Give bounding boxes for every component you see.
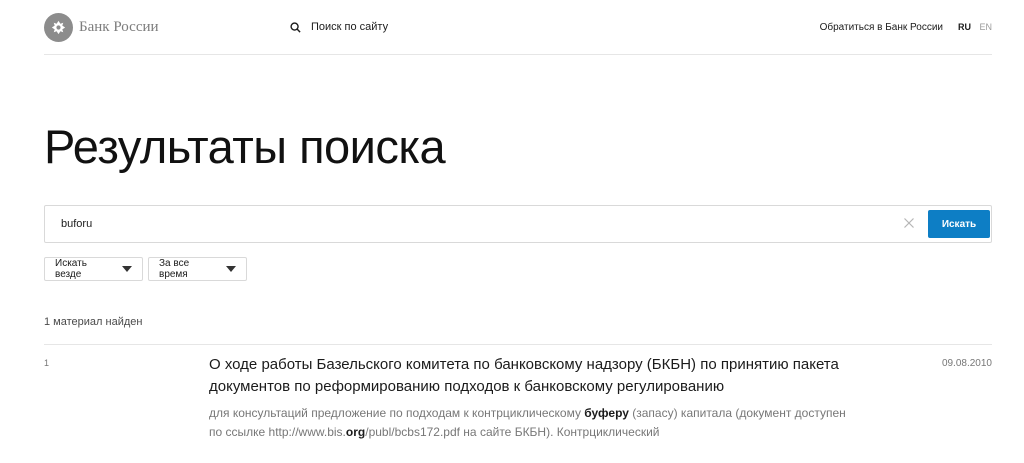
snippet-text: для консультаций предложение по подходам…: [209, 406, 585, 420]
result-date: 09.08.2010: [941, 358, 992, 369]
site-header: Банк России Поиск по сайту Обратиться в …: [44, 0, 992, 55]
caret-down-icon: [122, 266, 132, 272]
search-box: Искать: [44, 205, 992, 243]
site-search-label: Поиск по сайту: [311, 21, 389, 33]
contact-bank-link[interactable]: Обратиться в Банк России: [820, 22, 943, 33]
search-scope-value: Искать везде: [55, 258, 87, 280]
time-range-value: За все время: [159, 258, 190, 280]
snippet-text: /publ/bcbs172.pdf на сайте БКБН). Контрц…: [365, 425, 660, 439]
result-title-link[interactable]: О ходе работы Базельского комитета по ба…: [209, 354, 849, 398]
snippet-highlight: буферу: [584, 406, 629, 420]
result-index: 1: [44, 358, 50, 368]
bank-emblem-icon: [44, 13, 73, 42]
bank-logo[interactable]: Банк России: [44, 13, 159, 42]
search-input[interactable]: [61, 215, 821, 233]
search-icon: [290, 21, 301, 33]
search-button[interactable]: Искать: [928, 210, 990, 238]
results-divider: [44, 344, 992, 345]
lang-ru-link[interactable]: RU: [958, 22, 971, 32]
caret-down-icon: [226, 266, 236, 272]
search-scope-dropdown[interactable]: Искать везде: [44, 257, 143, 281]
language-switcher: RU EN: [952, 22, 992, 32]
close-icon[interactable]: [903, 217, 915, 229]
time-range-dropdown[interactable]: За все время: [148, 257, 247, 281]
snippet-highlight: org: [345, 425, 366, 439]
results-count: 1 материал найден: [44, 316, 143, 328]
page-title: Результаты поиска: [44, 120, 446, 173]
result-snippet: для консультаций предложение по подходам…: [209, 404, 859, 442]
site-search-link[interactable]: Поиск по сайту: [290, 21, 388, 33]
logo-text: Банк России: [79, 19, 159, 35]
lang-en-link[interactable]: EN: [979, 22, 992, 32]
